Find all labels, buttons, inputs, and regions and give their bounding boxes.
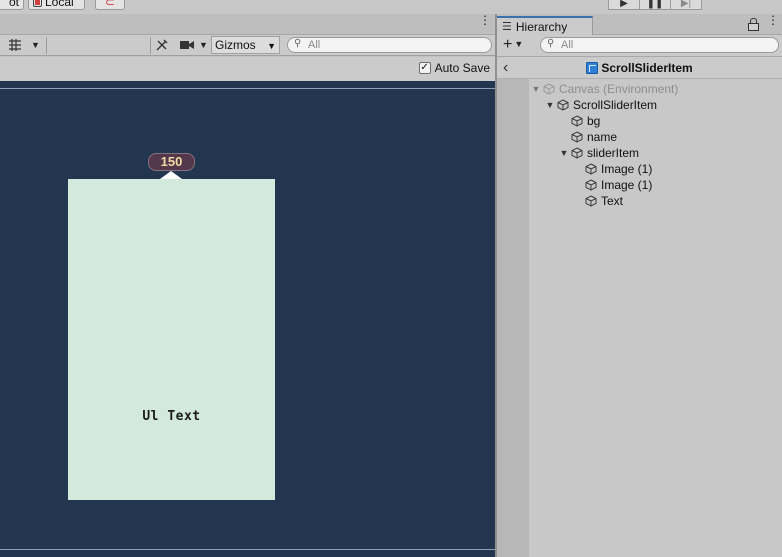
grid-icon — [9, 39, 21, 51]
prefab-title-label: ScrollSliderItem — [601, 61, 693, 75]
gizmos-label: Gizmos — [215, 38, 256, 52]
hierarchy-tab-label: Hierarchy — [515, 19, 568, 34]
autosave-label: Auto Save — [434, 61, 490, 75]
scene-panel-menu-icon[interactable]: ⋮ — [479, 14, 491, 26]
tools-icon — [156, 39, 168, 51]
canvas-boundary-line — [0, 88, 495, 89]
canvas-boundary-line — [0, 549, 495, 550]
tree-item-label: sliderItem — [587, 146, 640, 160]
tab-hierarchy[interactable]: ☰ Hierarchy — [497, 16, 593, 35]
hierarchy-list-icon: ☰ — [502, 21, 512, 33]
slider-value-badge: 150 — [148, 153, 195, 171]
cube-icon — [585, 163, 597, 175]
cube-icon — [571, 131, 583, 143]
pause-icon: ❚❚ — [646, 0, 664, 9]
gizmos-dropdown[interactable]: Gizmos ▼ — [211, 36, 280, 54]
cube-icon — [557, 99, 569, 111]
search-icon: ⚲ — [294, 38, 302, 49]
create-button[interactable]: + ▼ — [503, 37, 523, 54]
hierarchy-gutter — [497, 79, 529, 557]
tree-item-label: name — [587, 130, 618, 144]
hierarchy-tab-bar: ☰ Hierarchy ⋮ — [497, 14, 782, 35]
scene-search-input[interactable]: ⚲ All — [287, 37, 492, 53]
cube-icon — [543, 83, 555, 95]
pause-button[interactable]: ❚❚ — [639, 0, 671, 10]
plus-icon: + — [503, 36, 513, 53]
tree-item[interactable]: Text — [573, 193, 623, 209]
tree-item-label: Canvas (Environment) — [559, 82, 679, 96]
snap-toggle[interactable]: ⊂ — [95, 0, 125, 10]
cube-icon — [585, 179, 597, 191]
ui-text-label: Ul Text — [142, 409, 201, 424]
scroll-slider-item-preview[interactable]: Ul Text — [68, 179, 275, 500]
prefab-breadcrumb: ‹ ScrollSliderItem — [497, 57, 782, 79]
autosave-toggle[interactable]: ✓ Auto Save — [418, 61, 490, 75]
expand-arrow-icon[interactable]: ▼ — [531, 84, 541, 94]
grid-snap-button[interactable]: ▼ — [7, 37, 40, 53]
magnet-icon: ⊂ — [104, 0, 116, 9]
pivot-toggle[interactable]: ot — [0, 0, 24, 10]
expand-arrow-icon[interactable]: ▼ — [559, 148, 569, 158]
step-icon: ▶| — [680, 0, 692, 9]
tree-item[interactable]: ▼ ScrollSliderItem — [545, 97, 658, 113]
tree-item[interactable]: name — [559, 129, 617, 145]
camera-dropdown-icon: ▼ — [199, 40, 208, 50]
play-button[interactable]: ▶ — [608, 0, 640, 10]
slider-pointer — [160, 171, 182, 179]
scene-tab-bar: ⋮ — [0, 14, 496, 35]
prefab-title: ScrollSliderItem — [497, 61, 782, 75]
tree-item[interactable]: ▼ Canvas (Environment) — [531, 81, 679, 97]
cube-icon — [571, 147, 583, 159]
scene-toolbar: ▼ ▼ Gizmos ▼ ⚲ All — [0, 35, 496, 56]
grid-dropdown-icon: ▼ — [31, 40, 40, 50]
tree-item-label: bg — [587, 114, 601, 128]
local-toggle[interactable]: Local — [28, 0, 85, 10]
hierarchy-toolbar: + ▼ ⚲ All — [497, 35, 782, 57]
tree-item[interactable]: ▼ sliderItem — [559, 145, 639, 161]
tree-item[interactable]: Image (1) — [573, 177, 652, 193]
local-toggle-label: Local — [45, 0, 74, 9]
playmode-controls: ▶ ❚❚ ▶| — [608, 0, 702, 10]
cube-icon — [571, 115, 583, 127]
search-icon: ⚲ — [547, 38, 555, 49]
create-dropdown-icon: ▼ — [514, 39, 524, 49]
gizmos-dropdown-icon: ▼ — [267, 41, 276, 51]
tree-item[interactable]: Image (1) — [573, 161, 652, 177]
tools-toggle-button[interactable] — [155, 37, 169, 53]
play-icon: ▶ — [620, 0, 628, 9]
tree-item-label: Image (1) — [601, 162, 653, 176]
hierarchy-tree: ▼ Canvas (Environment) ▼ ScrollSliderItem bg… — [529, 79, 782, 557]
prefab-icon — [586, 62, 599, 74]
scene-viewport[interactable]: 150 Ul Text — [0, 81, 495, 557]
toolbar-separator — [150, 37, 151, 54]
cube-icon — [585, 195, 597, 207]
step-button[interactable]: ▶| — [670, 0, 702, 10]
expand-arrow-icon[interactable]: ▼ — [545, 100, 555, 110]
hierarchy-search-input[interactable]: ⚲ All — [540, 37, 779, 53]
tree-item-label: ScrollSliderItem — [573, 98, 658, 112]
camera-icon — [180, 41, 194, 49]
tree-item-label: Image (1) — [601, 178, 653, 192]
tree-item-label: Text — [601, 194, 624, 208]
local-space-icon — [33, 0, 42, 7]
main-toolbar: ot Local ⊂ ▶ ❚❚ ▶| — [0, 0, 782, 14]
autosave-checkbox[interactable]: ✓ — [418, 62, 431, 74]
scene-search-placeholder: All — [308, 39, 321, 51]
hierarchy-search-placeholder: All — [561, 39, 574, 51]
toolbar-separator — [46, 37, 47, 54]
tree-item[interactable]: bg — [559, 113, 600, 129]
scene-subtoolbar: ✓ Auto Save — [0, 57, 496, 81]
lock-icon[interactable] — [748, 18, 759, 31]
camera-settings-button[interactable]: ▼ — [179, 37, 208, 53]
hierarchy-panel-menu-icon[interactable]: ⋮ — [767, 14, 779, 26]
